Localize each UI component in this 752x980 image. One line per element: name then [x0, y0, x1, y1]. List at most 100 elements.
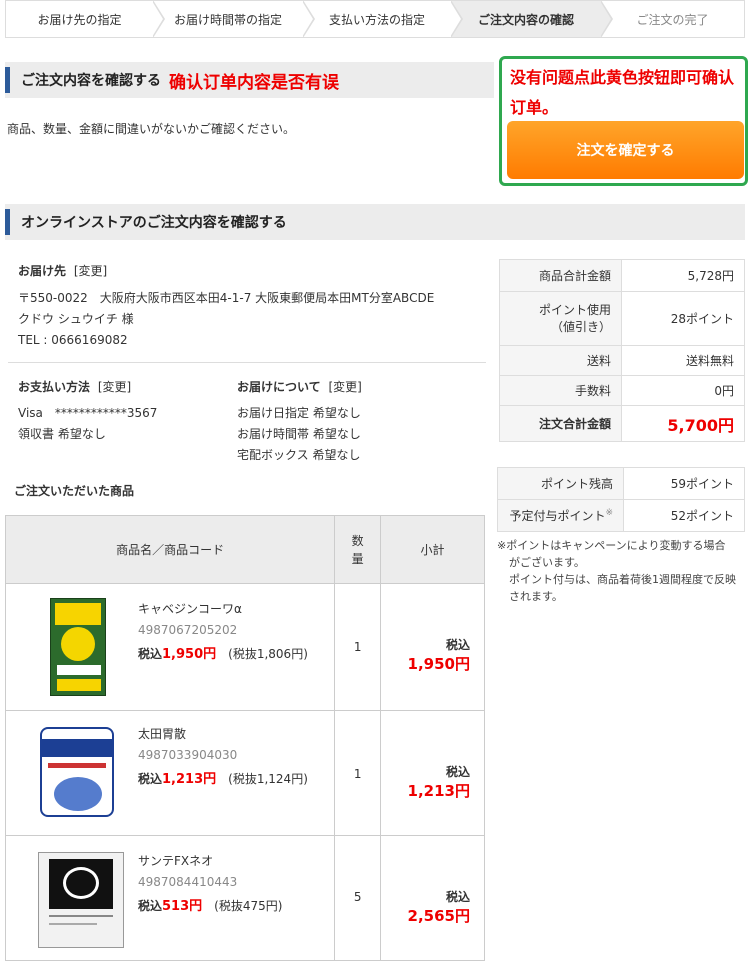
product-price: 税込513円 (税抜475円) — [138, 895, 282, 914]
shipping-date: お届け日指定 希望なし — [237, 406, 361, 420]
points-row: ポイント残高 59ポイント — [497, 467, 745, 500]
price-value: 1,950円 — [162, 647, 217, 662]
confirm-annotation: 没有问题点此黄色按钮即可确认订单。 — [510, 68, 735, 117]
price-tax-excluded: (税抜1,806円) — [228, 647, 308, 661]
shipping-details: お届け日指定 希望なし お届け時間帯 希望なし 宅配ボックス 希望なし — [237, 403, 361, 466]
confirm-order-button[interactable]: 注文を確定する — [507, 121, 744, 179]
points-table: ポイント残高 59ポイント 予定付与ポイント※ 52ポイント — [497, 467, 745, 532]
subtotal-value: 1,213円 — [407, 782, 470, 800]
price-label: 税込 — [138, 772, 163, 786]
product-info: サンテFXネオ 4987084410443 税込513円 (税抜475円) — [138, 852, 282, 914]
product-name[interactable]: キャベジンコーワα — [138, 600, 308, 617]
product-info: 太田胃散 4987033904030 税込1,213円 (税抜1,124円) — [138, 725, 308, 787]
product-info: キャベジンコーワα 4987067205202 税込1,950円 (税抜1,80… — [138, 600, 308, 662]
summary-value: 送料無料 — [621, 345, 745, 376]
subtotal-value: 1,950円 — [407, 655, 470, 673]
shipping-box: 宅配ボックス 希望なし — [237, 448, 361, 462]
subtotal-label: 税込 — [445, 765, 470, 779]
product-cell: 太田胃散 4987033904030 税込1,213円 (税抜1,124円) — [4, 710, 336, 836]
product-qty: 1 — [334, 583, 382, 711]
points-row: 予定付与ポイント※ 52ポイント — [497, 499, 745, 532]
col-name-header: 商品名／商品コード — [4, 515, 336, 584]
cabbagin-box-image[interactable] — [50, 598, 106, 696]
delivery-tel: TEL : 0666169082 — [18, 333, 128, 347]
table-row: 太田胃散 4987033904030 税込1,213円 (税抜1,124円) 1… — [4, 710, 485, 836]
points-note-mark: ※ — [605, 508, 613, 518]
step-payment-method[interactable]: 支払い方法の指定 — [303, 0, 463, 38]
payment-receipt: 領収書 希望なし — [18, 427, 106, 441]
subtotal-label: 税込 — [445, 638, 470, 652]
col-subtotal-header: 小計 — [380, 515, 485, 584]
checkout-steps: お届け先の指定 お届け時間帯の指定 支払い方法の指定 ご注文内容の確認 ご注文の… — [5, 0, 745, 40]
price-label: 税込 — [138, 647, 163, 661]
divider — [8, 362, 486, 363]
step-delivery-time[interactable]: お届け時間帯の指定 — [153, 0, 315, 38]
summary-row: 商品合計金額 5,728円 — [499, 259, 745, 292]
confirm-section-header: ご注文内容を確認する 确认订单内容是否有误 — [5, 62, 494, 98]
points-note-line: されます。 — [509, 590, 563, 603]
payment-change-link[interactable]: [変更] — [98, 380, 131, 394]
product-subtotal: 税込 1,950円 — [380, 583, 485, 711]
product-code: 4987033904030 — [138, 748, 238, 762]
delivery-name: クドウ シュウイチ 様 — [18, 312, 134, 326]
step-order-confirm: ご注文内容の確認 — [451, 0, 613, 38]
summary-row: ポイント使用 （値引き） 28ポイント — [499, 291, 745, 346]
delivery-details: 〒550-0022 大阪府大阪市西区本田4-1-7 大阪東郵便局本田MT分室AB… — [18, 288, 488, 351]
step-label: お届け時間帯の指定 — [173, 12, 282, 27]
summary-label: 手数料 — [499, 375, 622, 406]
points-note: ※ポイントはキャンペーンにより変動する場合 がございます。 ポイント付与は、商品… — [497, 537, 747, 605]
price-value: 1,213円 — [162, 772, 217, 787]
step-label: ご注文の完了 — [636, 12, 709, 27]
summary-total-row: 注文合計金額 5,700円 — [499, 405, 745, 442]
summary-value: 0円 — [621, 375, 745, 406]
subtotal-label: 税込 — [445, 890, 470, 904]
product-price: 税込1,213円 (税抜1,124円) — [138, 768, 308, 787]
sante-fx-box-image[interactable] — [38, 852, 124, 948]
payment-heading-row: お支払い方法 [変更] — [18, 378, 131, 395]
product-name[interactable]: 太田胃散 — [138, 725, 308, 742]
delivery-change-link[interactable]: [変更] — [74, 264, 107, 278]
points-note-line: ※ポイントはキャンペーンにより変動する場合 — [497, 539, 726, 552]
step-label: お届け先の指定 — [37, 12, 122, 27]
step-label: ご注文内容の確認 — [477, 12, 574, 27]
product-table-header: 商品名／商品コード 数 量 小計 — [4, 515, 485, 584]
payment-heading: お支払い方法 — [18, 380, 91, 394]
product-qty: 1 — [334, 710, 382, 836]
points-value: 59ポイント — [623, 467, 745, 500]
points-value: 52ポイント — [623, 499, 745, 532]
confirm-section-title: ご注文内容を確認する — [21, 73, 161, 89]
shipping-change-link[interactable]: [変更] — [328, 380, 361, 394]
points-label: ポイント残高 — [497, 467, 624, 500]
summary-row: 手数料 0円 — [499, 375, 745, 406]
summary-value: 28ポイント — [621, 291, 745, 346]
product-price: 税込1,950円 (税抜1,806円) — [138, 643, 308, 662]
step-label: 支払い方法の指定 — [328, 12, 425, 27]
summary-row: 送料 送料無料 — [499, 345, 745, 376]
summary-total-value: 5,700円 — [621, 405, 745, 442]
price-label: 税込 — [138, 899, 163, 913]
price-tax-excluded: (税抜1,124円) — [228, 772, 308, 786]
payment-details: Visa ************3567 領収書 希望なし — [18, 403, 157, 445]
product-name[interactable]: サンテFXネオ — [138, 852, 282, 869]
product-cell: サンテFXネオ 4987084410443 税込513円 (税抜475円) — [4, 835, 336, 961]
table-row: キャベジンコーワα 4987067205202 税込1,950円 (税抜1,80… — [4, 583, 485, 711]
table-row: サンテFXネオ 4987084410443 税込513円 (税抜475円) 5 … — [4, 835, 485, 961]
confirm-cn-note: 确认订单内容是否有误 — [169, 72, 339, 93]
store-section-title: オンラインストアのご注文内容を確認する — [21, 215, 287, 231]
shipping-time: お届け時間帯 希望なし — [237, 427, 361, 441]
points-note-line: がございます。 — [509, 556, 585, 569]
col-qty-header: 数 量 — [334, 515, 382, 584]
step-delivery-address[interactable]: お届け先の指定 — [5, 0, 165, 38]
subtotal-value: 2,565円 — [407, 907, 470, 925]
product-code: 4987084410443 — [138, 875, 238, 889]
payment-card: Visa ************3567 — [18, 406, 158, 420]
delivery-address: 〒550-0022 大阪府大阪市西区本田4-1-7 大阪東郵便局本田MT分室AB… — [18, 291, 435, 305]
points-label-cell: 予定付与ポイント※ — [497, 499, 624, 532]
ota-isan-can-image[interactable] — [40, 727, 114, 817]
product-subtotal: 税込 2,565円 — [380, 835, 485, 961]
product-cell: キャベジンコーワα 4987067205202 税込1,950円 (税抜1,80… — [4, 583, 336, 711]
shipping-heading-row: お届けについて [変更] — [237, 378, 362, 395]
delivery-heading: お届け先 — [18, 264, 67, 278]
price-tax-excluded: (税抜475円) — [214, 899, 283, 913]
product-code: 4987067205202 — [138, 623, 238, 637]
